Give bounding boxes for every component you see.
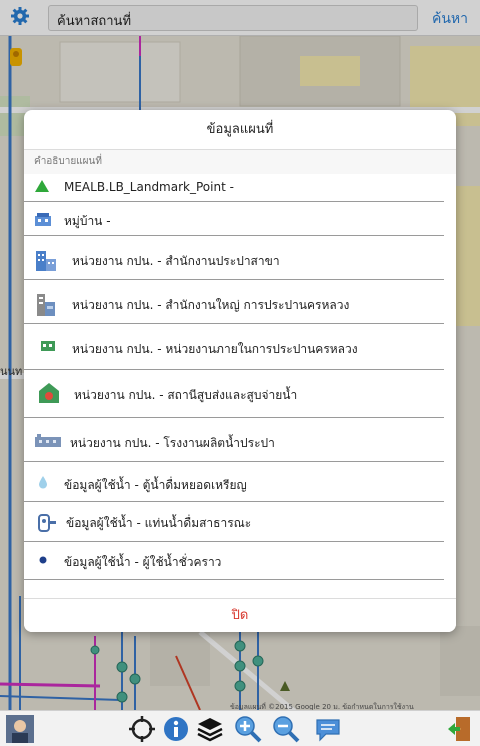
village-icon bbox=[35, 213, 51, 226]
green-triangle-icon bbox=[35, 180, 49, 192]
close-button[interactable]: ปิด bbox=[24, 598, 456, 632]
info-icon[interactable] bbox=[162, 715, 190, 743]
legend-item-label: ข้อมูลผู้ใช้น้ำ - ตู้น้ำดื่มหยอดเหรียญ bbox=[64, 478, 247, 492]
legend-item-label: หมู่บ้าน - bbox=[64, 214, 111, 228]
legend-item-label: หน่วยงาน กปน. - โรงงานผลิตน้ำประปา bbox=[70, 436, 275, 450]
legend-item-label: ข้อมูลผู้ใช้น้ำ - แท่นน้ำดื่มสาธารณะ bbox=[66, 516, 252, 530]
legend-item: หน่วยงาน กปน. - สำนักงานประปาสาขา bbox=[24, 236, 444, 280]
branch-office-icon bbox=[36, 251, 56, 271]
legend-item: ข้อมูลผู้ใช้น้ำ - ผู้ใช้น้ำชั่วคราว bbox=[24, 542, 444, 580]
locate-crosshair-icon[interactable] bbox=[128, 715, 156, 743]
legend-item: หมู่บ้าน - bbox=[24, 202, 444, 236]
water-plant-icon bbox=[35, 434, 61, 447]
legend-item: หน่วยงาน กปน. - สถานีสูบส่งและสูบจ่ายน้ำ bbox=[24, 370, 444, 418]
pump-station-icon bbox=[39, 383, 59, 403]
legend-section-header: คำอธิบายแผนที่ bbox=[24, 150, 456, 174]
legend-item: ข้อมูลผู้ใช้น้ำ - แท่นน้ำดื่มสาธารณะ bbox=[24, 502, 444, 542]
zoom-in-icon[interactable] bbox=[234, 715, 262, 743]
temporary-user-dot-icon bbox=[39, 556, 47, 564]
drinking-fountain-icon bbox=[38, 514, 56, 532]
zoom-out-icon[interactable] bbox=[272, 715, 300, 743]
internal-unit-icon bbox=[41, 341, 55, 351]
layers-icon[interactable] bbox=[196, 715, 224, 743]
legend-item: หน่วยงาน กปน. - สำนักงานใหญ่ การประปานคร… bbox=[24, 280, 444, 324]
legend-item-label: หน่วยงาน กปน. - สำนักงานใหญ่ การประปานคร… bbox=[72, 298, 350, 312]
chat-icon[interactable] bbox=[314, 715, 342, 743]
legend-list[interactable]: MEALB.LB_Landmark_Point - หมู่บ้าน - หน่… bbox=[24, 174, 456, 598]
legend-item: MEALB.LB_Landmark_Point - bbox=[24, 174, 444, 202]
logout-door-icon[interactable] bbox=[446, 715, 474, 743]
avatar[interactable] bbox=[6, 715, 34, 743]
legend-item: หน่วยงาน กปน. - โรงงานผลิตน้ำประปา bbox=[24, 418, 444, 462]
water-drop-icon bbox=[39, 476, 47, 489]
legend-item-label: หน่วยงาน กปน. - สำนักงานประปาสาขา bbox=[72, 254, 280, 268]
dialog-title: ข้อมูลแผนที่ bbox=[24, 110, 456, 150]
map-info-dialog: ข้อมูลแผนที่ คำอธิบายแผนที่ MEALB.LB_Lan… bbox=[24, 110, 456, 632]
legend-item: หน่วยงาน กปน. - หน่วยงานภายในการประปานคร… bbox=[24, 324, 444, 370]
head-office-icon bbox=[37, 294, 55, 316]
legend-item: ข้อมูลผู้ใช้น้ำ - ตู้น้ำดื่มหยอดเหรียญ bbox=[24, 462, 444, 502]
legend-item-label: หน่วยงาน กปน. - หน่วยงานภายในการประปานคร… bbox=[72, 342, 358, 356]
legend-item-label: ข้อมูลผู้ใช้น้ำ - ผู้ใช้น้ำชั่วคราว bbox=[64, 555, 222, 569]
legend-item-label: หน่วยงาน กปน. - สถานีสูบส่งและสูบจ่ายน้ำ bbox=[74, 388, 298, 402]
legend-item-label: MEALB.LB_Landmark_Point - bbox=[64, 180, 234, 194]
bottom-toolbar bbox=[0, 710, 480, 746]
